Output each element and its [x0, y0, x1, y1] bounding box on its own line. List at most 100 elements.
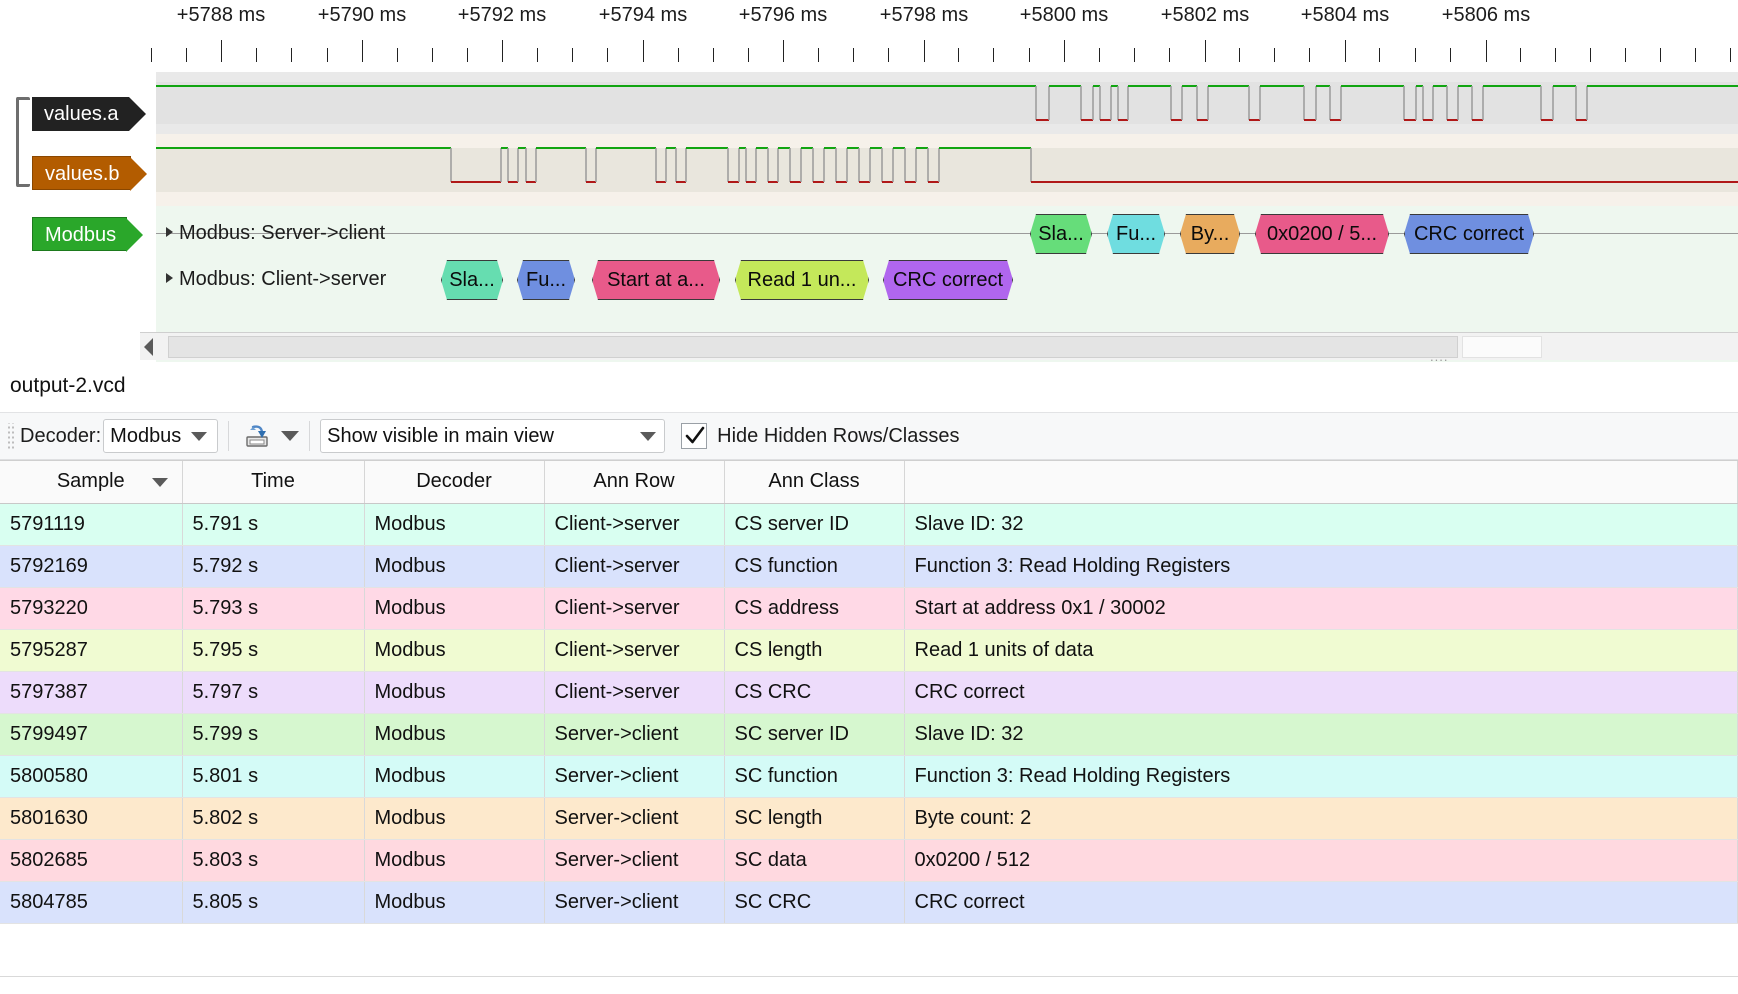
annotation-block-server-to-client[interactable]: 0x0200 / 5... [1255, 214, 1389, 254]
annotation-row-client-to-server[interactable]: Modbus: Client->server Sla... Fu... Start … [156, 252, 1738, 308]
annotation-block-client-to-server[interactable]: Start at a... [592, 260, 720, 300]
scroll-ellipsis: .... [1430, 349, 1449, 364]
sort-descending-icon[interactable] [151, 478, 168, 487]
scrollbar-track[interactable] [1462, 336, 1542, 358]
cell-ann-row: Client->server [544, 671, 725, 714]
signal-group-bracket [16, 97, 30, 187]
ruler-minor-tick [1625, 48, 1626, 62]
column-header-decoder[interactable]: Decoder [364, 461, 545, 504]
export-options-chevron-icon[interactable] [281, 431, 300, 441]
ruler-minor-tick [853, 48, 854, 62]
waveform-values-b [156, 147, 1738, 183]
cell-ann-row: Client->server [544, 545, 725, 588]
annotation-block-client-to-server[interactable]: Fu... [517, 260, 575, 300]
ruler-major-tick [502, 40, 503, 62]
table-row[interactable]: 5804785 5.805 s Modbus Server->client SC CRC… [0, 881, 1738, 924]
cell-decoder: Modbus [364, 839, 545, 882]
annotation-block-server-to-client[interactable]: CRC correct [1404, 214, 1534, 254]
hide-hidden-rows-checkbox[interactable] [681, 423, 708, 449]
ruler-minor-tick [1274, 48, 1275, 62]
table-row[interactable]: 5793220 5.793 s Modbus Client->server CS add… [0, 587, 1738, 630]
ruler-major-tick [924, 40, 925, 62]
column-header-time[interactable]: Time [182, 461, 365, 504]
signal-flag-label: values.b [45, 163, 120, 185]
cell-value: CRC correct [904, 881, 1738, 924]
column-header-value[interactable] [904, 461, 1738, 504]
visibility-filter-select[interactable]: Show visible in main view [320, 419, 666, 453]
cell-decoder: Modbus [364, 629, 545, 672]
ruler-minor-tick [1134, 48, 1135, 62]
cell-ann-class: SC data [724, 839, 905, 882]
ruler-tick-label: +5794 ms [598, 4, 688, 26]
decoder-flag-modbus[interactable]: Modbus [32, 217, 144, 252]
cell-value: 0x0200 / 512 [904, 839, 1738, 882]
annotation-block-server-to-client[interactable]: Sla... [1030, 214, 1092, 254]
table-row[interactable]: 5797387 5.797 s Modbus Client->server CS CRC… [0, 671, 1738, 714]
waveform-lanes: Modbus: Server->client Sla... Fu... By... 0… [156, 72, 1738, 362]
column-header-ann-row[interactable]: Ann Row [544, 461, 725, 504]
ruler-minor-tick [1450, 48, 1451, 62]
column-header-ann-class[interactable]: Ann Class [724, 461, 905, 504]
export-annotations-button[interactable] [239, 419, 275, 453]
time-ruler[interactable]: +5788 ms +5790 ms +5792 ms +5794 ms +5796 ms… [0, 0, 1738, 62]
cell-sample: 5795287 [0, 629, 183, 672]
signal-flag-values-b[interactable]: values.b [32, 156, 146, 191]
expand-arrow-icon[interactable] [166, 227, 173, 237]
table-row[interactable]: 5801630 5.802 s Modbus Server->client SC len… [0, 797, 1738, 840]
table-row[interactable]: 5795287 5.795 s Modbus Client->server CS len… [0, 629, 1738, 672]
annotation-row-label: Modbus: Client->server [166, 268, 386, 291]
annotation-block-client-to-server[interactable]: Sla... [441, 260, 503, 300]
table-row[interactable]: 5800580 5.801 s Modbus Server->client SC fun… [0, 755, 1738, 798]
cell-value: Slave ID: 32 [904, 713, 1738, 756]
cell-decoder: Modbus [364, 587, 545, 630]
cell-ann-row: Server->client [544, 839, 725, 882]
annotation-block-server-to-client[interactable]: By... [1180, 214, 1240, 254]
ruler-minor-tick [958, 48, 959, 62]
checkmark-icon [685, 426, 705, 444]
ruler-tick-label: +5790 ms [317, 4, 407, 26]
decoder-toolbar: Decoder: Modbus Show visible in main vie… [0, 412, 1738, 460]
horizontal-scrollbar[interactable]: .... [140, 332, 1738, 364]
cell-time: 5.805 s [182, 881, 365, 924]
annotation-block-client-to-server[interactable]: CRC correct [883, 260, 1013, 300]
signal-flag-values-a[interactable]: values.a [32, 97, 145, 131]
table-row[interactable]: 5799497 5.799 s Modbus Server->client SC ser… [0, 713, 1738, 756]
cell-value: Slave ID: 32 [904, 503, 1738, 546]
annotation-table[interactable]: Sample Time Decoder Ann Row Ann Class 57… [0, 460, 1738, 994]
ruler-minor-tick [713, 48, 714, 62]
decoder-select[interactable]: Modbus [103, 419, 219, 453]
column-header-sample[interactable]: Sample [0, 461, 183, 504]
cell-ann-class: SC CRC [724, 881, 905, 924]
table-row[interactable]: 5792169 5.792 s Modbus Client->server CS fun… [0, 545, 1738, 588]
waveform-values-a [156, 85, 1738, 121]
cell-ann-class: SC length [724, 797, 905, 840]
cell-sample: 5800580 [0, 755, 183, 798]
scroll-left-arrow-icon[interactable] [144, 338, 153, 356]
hide-hidden-rows-label: Hide Hidden Rows/Classes [717, 424, 960, 447]
annotation-block-client-to-server[interactable]: Read 1 un... [735, 260, 869, 300]
table-row[interactable]: 5802685 5.803 s Modbus Server->client SC dat… [0, 839, 1738, 882]
ruler-major-tick [221, 40, 222, 62]
expand-arrow-icon[interactable] [166, 273, 173, 283]
cell-decoder: Modbus [364, 713, 545, 756]
annotation-block-server-to-client[interactable]: Fu... [1107, 214, 1165, 254]
ruler-minor-tick [432, 48, 433, 62]
scrollbar-thumb[interactable] [168, 336, 1458, 358]
ruler-minor-tick [888, 48, 889, 62]
cell-value: Start at address 0x1 / 30002 [904, 587, 1738, 630]
ruler-tick-label: +5788 ms [176, 4, 266, 26]
ruler-tick-label: +5796 ms [738, 4, 828, 26]
cell-decoder: Modbus [364, 545, 545, 588]
hide-hidden-rows-checkbox-wrap[interactable]: Hide Hidden Rows/Classes [681, 423, 959, 449]
decoder-flag-label: Modbus [45, 224, 117, 246]
cell-sample: 5804785 [0, 881, 183, 924]
cell-ann-row: Server->client [544, 881, 725, 924]
ruler-tick-label: +5798 ms [879, 4, 969, 26]
ruler-minor-tick [151, 48, 152, 62]
cell-value: Function 3: Read Holding Registers [904, 545, 1738, 588]
cell-ann-class: CS function [724, 545, 905, 588]
toolbar-drag-handle[interactable] [6, 423, 16, 449]
table-row[interactable]: 5791119 5.791 s Modbus Client->server CS ser… [0, 503, 1738, 546]
ruler-minor-tick [467, 48, 468, 62]
cell-time: 5.792 s [182, 545, 365, 588]
